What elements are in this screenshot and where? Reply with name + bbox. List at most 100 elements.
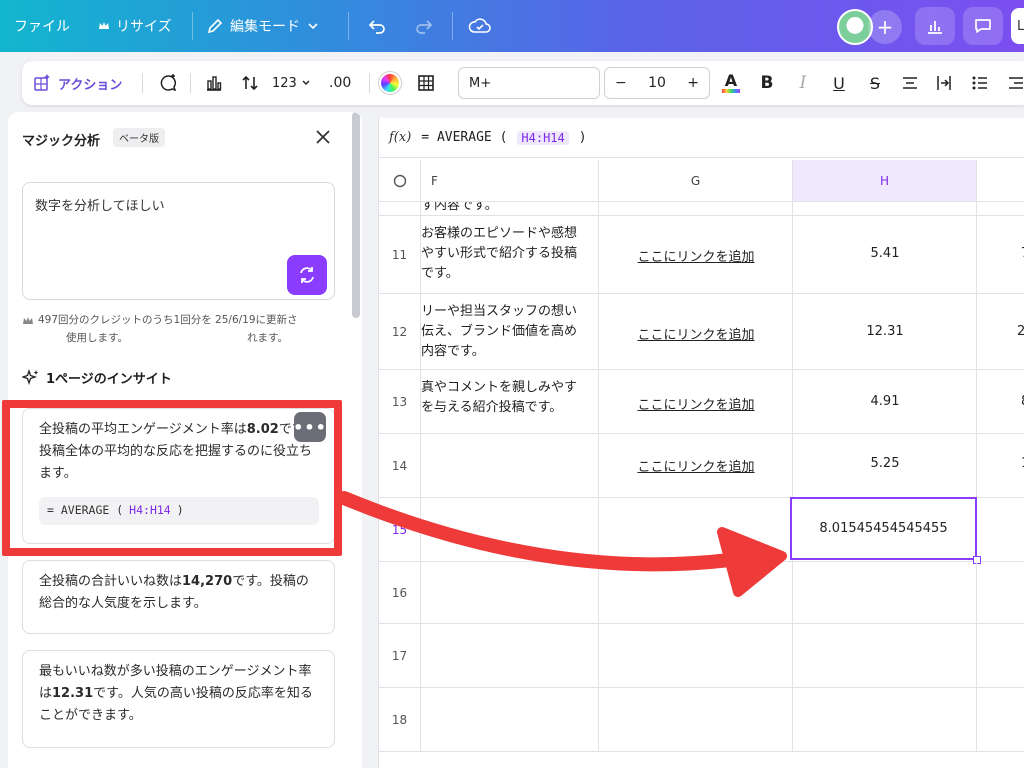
table-button[interactable] — [414, 61, 438, 105]
bullet-list-icon — [972, 76, 987, 90]
formula-bar[interactable]: f(x) = AVERAGE ( H4:H14 ) — [379, 118, 1024, 158]
table-cell[interactable]: お客様のエピソードや感想 やすい形式で紹介する投稿 です。 — [421, 216, 599, 294]
row-number[interactable]: 14 — [379, 434, 421, 498]
resize-button[interactable]: リサイズ — [98, 0, 172, 52]
insight-heading: 1ページのインサイト — [22, 368, 172, 387]
comment-icon — [975, 19, 991, 33]
chevron-down-icon — [308, 23, 318, 30]
link-cell[interactable]: ここにリンクを追加 — [599, 394, 792, 413]
insight-value: 14,270 — [182, 574, 233, 589]
select-all-corner[interactable] — [379, 160, 421, 202]
table-cell[interactable]: ここにリンクを追加 — [599, 434, 793, 498]
magic-comment-button[interactable] — [156, 61, 180, 105]
number-format-dropdown[interactable]: 123 — [272, 61, 311, 105]
insight-text: 全投稿の合計いいね数は — [39, 574, 183, 589]
table-cell[interactable]: 4.91 — [793, 370, 977, 434]
table-cell[interactable]: ここにリンクを追加 — [599, 370, 793, 434]
font-size-value[interactable]: 10 — [648, 75, 666, 91]
crown-icon — [99, 22, 109, 29]
table-cell[interactable]: 7 — [977, 216, 1024, 294]
table-cell[interactable]: 5.41 — [793, 216, 977, 294]
sort-button[interactable] — [238, 61, 262, 105]
table-cell[interactable] — [599, 202, 793, 216]
table-cell[interactable] — [599, 624, 793, 688]
table-cell[interactable]: ここにリンクを追加 — [599, 216, 793, 294]
decimal-button[interactable]: .00 — [329, 61, 351, 105]
table-cell[interactable] — [793, 688, 977, 752]
undo-button[interactable] — [363, 12, 391, 40]
table-cell[interactable]: 2 — [977, 294, 1024, 370]
share-button[interactable]: L — [1011, 8, 1024, 44]
table-cell[interactable]: 1 — [977, 434, 1024, 498]
action-button[interactable]: アクション — [32, 61, 122, 105]
font-family-select[interactable]: M+ — [458, 67, 600, 99]
regenerate-button[interactable] — [287, 255, 327, 295]
italic-button[interactable]: I — [792, 61, 814, 105]
table-cell[interactable] — [793, 202, 977, 216]
comment-button[interactable] — [963, 7, 1003, 45]
font-size-decrease-button[interactable]: − — [615, 75, 627, 91]
table-cell[interactable] — [977, 562, 1024, 624]
link-cell[interactable]: ここにリンクを追加 — [599, 246, 792, 265]
table-cell[interactable] — [977, 498, 1024, 562]
cloud-save-button[interactable] — [466, 12, 494, 40]
table-cell[interactable] — [421, 434, 599, 498]
column-header-h[interactable]: H — [793, 160, 977, 202]
link-cell[interactable]: ここにリンクを追加 — [599, 324, 792, 343]
panel-scrollbar[interactable] — [352, 112, 360, 318]
column-width-button[interactable] — [932, 61, 956, 105]
link-cell[interactable]: ここにリンクを追加 — [599, 456, 792, 475]
column-header-f[interactable]: F — [421, 160, 599, 202]
table-cell[interactable] — [421, 562, 599, 624]
row-number[interactable]: 17 — [379, 624, 421, 688]
row-number[interactable] — [379, 202, 421, 216]
column-header-label: H — [879, 173, 890, 188]
table-cell[interactable]: 8 — [977, 370, 1024, 434]
file-menu[interactable]: ファイル — [14, 0, 70, 52]
close-button[interactable] — [312, 126, 334, 148]
table-cell[interactable]: 5.25 — [793, 434, 977, 498]
color-picker-button[interactable] — [378, 61, 402, 105]
list-button[interactable] — [968, 61, 992, 105]
font-size-increase-button[interactable]: + — [687, 75, 699, 91]
column-header-g[interactable]: G — [599, 160, 793, 202]
table-cell[interactable] — [599, 498, 793, 562]
text-color-button[interactable]: A — [720, 61, 742, 105]
table-cell[interactable] — [421, 498, 599, 562]
insights-button[interactable] — [915, 7, 955, 45]
table-cell[interactable]: ここにリンクを追加 — [599, 294, 793, 370]
column-header-i[interactable] — [977, 160, 1024, 202]
more-formatting-button[interactable] — [1004, 61, 1024, 105]
table-cell[interactable] — [599, 688, 793, 752]
prompt-input[interactable]: 数字を分析してほしい — [22, 182, 335, 300]
table-cell[interactable]: 真やコメントを親しみやす を与える紹介投稿です。 — [421, 370, 599, 434]
align-button[interactable] — [898, 61, 922, 105]
table-cell[interactable] — [977, 688, 1024, 752]
bold-button[interactable]: B — [756, 61, 778, 105]
table-cell[interactable] — [793, 624, 977, 688]
edit-mode-dropdown[interactable]: 編集モード — [206, 0, 320, 52]
underline-button[interactable]: U — [828, 61, 850, 105]
row-number[interactable]: 11 — [379, 216, 421, 294]
table-cell[interactable]: 12.31 — [793, 294, 977, 370]
row-number[interactable]: 12 — [379, 294, 421, 370]
table-cell[interactable] — [793, 562, 977, 624]
table-cell[interactable]: リーや担当スタッフの想い 伝え、ブランド価値を高め 内容です。 — [421, 294, 599, 370]
row-number[interactable]: 15 — [379, 498, 421, 562]
row-number[interactable]: 13 — [379, 370, 421, 434]
insight-card[interactable]: 全投稿の合計いいね数は14,270です。投稿の総合的な人気度を示します。 — [22, 560, 335, 634]
strikethrough-button[interactable]: S — [864, 61, 886, 105]
table-cell[interactable] — [421, 688, 599, 752]
table-cell[interactable] — [421, 624, 599, 688]
row-number[interactable]: 16 — [379, 562, 421, 624]
table-cell[interactable]: す内容です。 — [421, 202, 599, 216]
add-collaborator-button[interactable]: + — [868, 10, 902, 44]
chart-button[interactable] — [202, 61, 226, 105]
insight-card[interactable]: 最もいいね数が多い投稿のエンゲージメント率は12.31です。人気の高い投稿の反応… — [22, 650, 335, 748]
table-cell[interactable] — [599, 562, 793, 624]
redo-button[interactable] — [410, 12, 438, 40]
table-cell[interactable] — [977, 202, 1024, 216]
table-cell[interactable] — [977, 624, 1024, 688]
row-number[interactable]: 18 — [379, 688, 421, 752]
selected-cell-h15[interactable]: 8.01545454545455 — [790, 497, 977, 560]
